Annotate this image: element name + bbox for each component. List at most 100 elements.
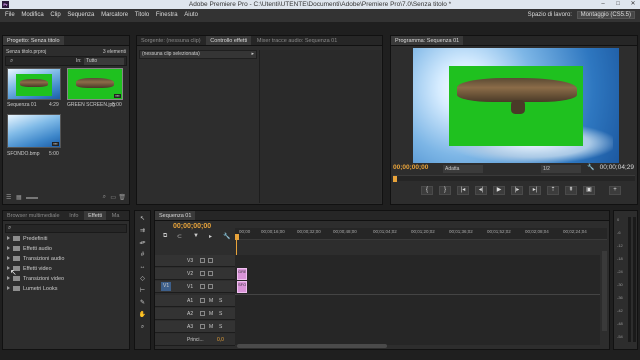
solo-button[interactable]: S xyxy=(219,295,222,307)
icon-view-icon[interactable]: ▦ xyxy=(16,194,22,201)
mute-button[interactable]: M xyxy=(209,308,213,320)
add-button-icon[interactable]: + xyxy=(609,186,621,195)
snap-icon[interactable]: ⊂ xyxy=(177,233,182,240)
clip-sfondo[interactable]: SFONDO xyxy=(237,281,247,293)
tab-audio-mixer[interactable]: Mixer tracce audio: Sequenza 01 xyxy=(253,36,341,45)
eye-icon[interactable] xyxy=(208,284,213,289)
eye-icon[interactable] xyxy=(208,271,213,276)
project-item-sfondo[interactable]: ▪▪▪ xyxy=(7,114,61,148)
menu-clip[interactable]: Clip xyxy=(50,9,60,22)
hand-tool-icon[interactable]: ✋ xyxy=(138,311,147,320)
search-icon[interactable]: ⌕ xyxy=(103,194,106,201)
vertical-scrollbar[interactable] xyxy=(602,251,607,331)
slip-tool-icon[interactable]: ⊢ xyxy=(138,287,147,296)
track-header-v2[interactable]: V2 xyxy=(155,268,235,280)
in-filter-dropdown[interactable]: Tutto xyxy=(84,58,124,65)
close-icon[interactable]: ✕ xyxy=(626,0,640,9)
menu-titolo[interactable]: Titolo xyxy=(135,9,149,22)
wrench-icon[interactable]: 🔧 xyxy=(223,233,230,240)
minimize-icon[interactable]: – xyxy=(596,0,610,9)
mute-button[interactable]: M xyxy=(209,321,213,333)
track-area[interactable] xyxy=(235,255,600,345)
workspace-dropdown[interactable]: Montaggio (CS5.5) xyxy=(576,11,635,19)
sync-lock-icon[interactable] xyxy=(200,311,205,316)
zoom-tool-icon[interactable]: ⌕ xyxy=(138,323,147,332)
play-icon[interactable]: ▶ xyxy=(493,186,505,195)
effects-folder-predefiniti[interactable]: Predefiniti xyxy=(7,235,47,244)
zoom-slider[interactable] xyxy=(26,197,38,199)
sync-lock-icon[interactable] xyxy=(200,324,205,329)
menu-finestra[interactable]: Finestra xyxy=(156,9,178,22)
mark-out-icon[interactable]: } xyxy=(439,186,451,195)
track-header-v3[interactable]: V3 xyxy=(155,255,235,267)
timeline-scrollbar[interactable] xyxy=(237,344,387,348)
effects-folder-lumetri[interactable]: Lumetri Looks xyxy=(7,285,58,294)
mark-in-icon[interactable]: { xyxy=(421,186,433,195)
source-patch-v1[interactable]: V1 xyxy=(161,282,172,291)
pen-tool-icon[interactable]: ✎ xyxy=(138,299,147,308)
rolling-edit-tool-icon[interactable]: # xyxy=(138,251,147,260)
effects-folder-transizioni-audio[interactable]: Transizioni audio xyxy=(7,255,64,264)
menu-sequenza[interactable]: Sequenza xyxy=(67,9,94,22)
clip-selector[interactable]: (nessuna clip selezionata) ▸ xyxy=(139,50,257,59)
clip-green-screen[interactable]: GREEN xyxy=(237,268,247,280)
menu-file[interactable]: File xyxy=(5,9,15,22)
program-time-ruler[interactable] xyxy=(393,175,635,182)
tab-media-browser[interactable]: Browser multimediale xyxy=(3,211,64,220)
go-to-in-icon[interactable]: |◂ xyxy=(457,186,469,195)
linked-selection-icon[interactable]: ▸ xyxy=(209,233,212,240)
resolution-dropdown[interactable]: 1/2 xyxy=(541,165,581,173)
program-timecode-in[interactable]: 00;00;00;00 xyxy=(393,164,428,171)
effects-folder-effetti-audio[interactable]: Effetti audio xyxy=(7,245,52,254)
sync-lock-icon[interactable] xyxy=(200,298,205,303)
search-icon[interactable]: ⌕ xyxy=(10,58,13,65)
razor-tool-icon[interactable]: ◇ xyxy=(138,275,147,284)
tab-markers[interactable]: Ma xyxy=(108,211,124,220)
folder-icon[interactable]: ▭ xyxy=(110,194,116,201)
menu-marcatore[interactable]: Marcatore xyxy=(101,9,128,22)
tab-project[interactable]: Progetto: Senza titolo xyxy=(3,36,64,45)
tab-effects[interactable]: Effetti xyxy=(84,211,107,220)
export-frame-icon[interactable]: ▣ xyxy=(583,186,595,195)
playhead-marker[interactable] xyxy=(393,176,397,182)
project-item-sequenza[interactable] xyxy=(7,68,61,100)
marker-icon[interactable]: ▼ xyxy=(193,233,199,239)
eye-icon[interactable] xyxy=(208,258,213,263)
nest-icon[interactable]: ⧉ xyxy=(163,233,167,240)
track-header-a3[interactable]: A3 M S xyxy=(155,321,235,333)
timeline-ruler[interactable]: 00;00 00;00;16;00 00;00;32;00 00;00;48;0… xyxy=(235,228,607,240)
step-back-icon[interactable]: ◂| xyxy=(475,186,487,195)
timeline-timecode[interactable]: 00;00;00;00 xyxy=(173,223,211,230)
extract-icon[interactable]: ⇞ xyxy=(565,186,577,195)
sync-lock-icon[interactable] xyxy=(200,258,205,263)
tab-sequence[interactable]: Sequenza 01 xyxy=(155,211,196,220)
track-select-tool-icon[interactable]: ⇉ xyxy=(138,227,147,236)
lift-icon[interactable]: ⇡ xyxy=(547,186,559,195)
effects-search-bar[interactable]: ⌕ xyxy=(5,224,127,233)
solo-button[interactable]: S xyxy=(219,321,222,333)
trash-icon[interactable]: 🗑 xyxy=(118,194,126,201)
sync-lock-icon[interactable] xyxy=(200,284,205,289)
tab-effect-controls[interactable]: Controllo effetti xyxy=(206,36,252,45)
track-header-a1[interactable]: A1 M S xyxy=(155,295,235,307)
ripple-edit-tool-icon[interactable]: ⟚ xyxy=(138,239,147,248)
tab-info[interactable]: Info xyxy=(65,211,82,220)
menu-modifica[interactable]: Modifica xyxy=(21,9,43,22)
track-header-v1[interactable]: V1 V1 xyxy=(155,281,235,293)
maximize-icon[interactable]: □ xyxy=(611,0,625,9)
mute-button[interactable]: M xyxy=(209,295,213,307)
tab-source[interactable]: Sorgente: (nessuna clip) xyxy=(137,36,205,45)
fit-dropdown[interactable]: Adatta xyxy=(443,165,483,173)
selection-tool-icon[interactable]: ↖ xyxy=(138,215,147,224)
track-header-a2[interactable]: A2 M S xyxy=(155,308,235,320)
master-volume-value[interactable]: 0,0 xyxy=(217,334,224,346)
tab-program[interactable]: Programma: Sequenza 01 xyxy=(391,36,464,45)
solo-button[interactable]: S xyxy=(219,308,222,320)
list-view-icon[interactable]: ☰ xyxy=(6,194,11,201)
wrench-icon[interactable]: 🔧 xyxy=(587,164,594,171)
rate-stretch-tool-icon[interactable]: ↔ xyxy=(138,263,147,272)
menu-aiuto[interactable]: Aiuto xyxy=(184,9,198,22)
project-item-green-screen[interactable]: ▪▪▪ xyxy=(67,68,123,100)
step-forward-icon[interactable]: |▸ xyxy=(511,186,523,195)
go-to-out-icon[interactable]: ▸| xyxy=(529,186,541,195)
